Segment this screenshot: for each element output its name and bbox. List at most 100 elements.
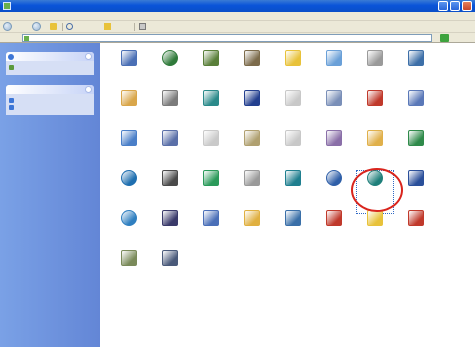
control-panel-item[interactable] xyxy=(356,50,394,94)
control-panel-item[interactable] xyxy=(110,130,148,174)
user-accounts-icon xyxy=(203,90,219,106)
programs-icon xyxy=(408,170,424,186)
control-panel-item[interactable] xyxy=(192,210,230,254)
accessibility-icon xyxy=(121,130,137,146)
display-icon xyxy=(121,50,137,66)
windows-update-icon xyxy=(9,98,14,103)
control-panel-item[interactable] xyxy=(274,130,312,174)
task-box-header[interactable] xyxy=(6,52,94,61)
control-panel-item[interactable] xyxy=(315,170,353,214)
control-panel-item[interactable] xyxy=(315,50,353,94)
control-panel-item[interactable] xyxy=(233,130,271,174)
keyboard-icon xyxy=(244,170,260,186)
menu-bar xyxy=(0,12,475,21)
search-icon[interactable] xyxy=(66,23,73,30)
phone-icon xyxy=(162,250,178,266)
chevron-up-icon[interactable] xyxy=(85,86,92,93)
back-button[interactable] xyxy=(3,22,12,31)
go-arrow-icon[interactable] xyxy=(440,34,449,42)
control-panel-item[interactable] xyxy=(274,210,312,254)
highlight-circle xyxy=(351,168,403,212)
control-panel-items xyxy=(100,43,475,347)
user-icon xyxy=(285,170,301,186)
control-panel-item[interactable] xyxy=(315,90,353,134)
power-icon xyxy=(244,210,260,226)
control-panel-item[interactable] xyxy=(397,210,435,254)
folders-icon[interactable] xyxy=(104,23,111,30)
control-panel-icon xyxy=(24,36,29,41)
control-panel-item[interactable] xyxy=(233,210,271,254)
control-panel-item[interactable] xyxy=(233,90,271,134)
internet-options-icon xyxy=(162,50,178,66)
control-panel-item[interactable] xyxy=(397,90,435,134)
control-panel-item[interactable] xyxy=(110,250,148,294)
scheduled-tasks-icon xyxy=(326,90,342,106)
control-panel-item[interactable] xyxy=(192,170,230,214)
control-panel-item[interactable] xyxy=(110,210,148,254)
mail-icon xyxy=(408,90,424,106)
disk-icon xyxy=(285,210,301,226)
wrench-icon xyxy=(203,50,219,66)
views-icon[interactable] xyxy=(139,23,146,30)
control-panel-item[interactable] xyxy=(192,130,230,174)
java-icon xyxy=(162,170,178,186)
forward-button[interactable] xyxy=(32,22,41,31)
task-link[interactable] xyxy=(9,104,91,111)
folder-options-icon xyxy=(367,210,383,226)
control-panel-item[interactable] xyxy=(397,50,435,94)
control-panel-item[interactable] xyxy=(151,170,189,214)
task-pane xyxy=(0,43,100,347)
taskbar-icon xyxy=(121,170,137,186)
control-panel-item[interactable] xyxy=(356,210,394,254)
sounds-icon xyxy=(203,130,219,146)
system-icon xyxy=(326,130,342,146)
speech-icon xyxy=(285,130,301,146)
control-panel-item[interactable] xyxy=(151,130,189,174)
control-panel-item[interactable] xyxy=(151,50,189,94)
task-link[interactable] xyxy=(9,64,91,71)
address-bar xyxy=(0,33,475,43)
windows-update-icon xyxy=(326,50,342,66)
control-panel-item[interactable] xyxy=(274,90,312,134)
task-box-header[interactable] xyxy=(6,85,94,94)
control-panel-item[interactable] xyxy=(110,90,148,134)
close-button[interactable] xyxy=(462,1,472,11)
address-input[interactable] xyxy=(22,34,432,42)
control-panel-item[interactable] xyxy=(110,170,148,214)
clock-icon xyxy=(326,170,342,186)
control-panel-item[interactable] xyxy=(151,250,189,294)
tools-icon xyxy=(162,210,178,226)
control-panel-item[interactable] xyxy=(151,210,189,254)
fonts-icon xyxy=(367,50,383,66)
game-controllers-icon xyxy=(203,210,219,226)
help-icon xyxy=(9,105,14,110)
pen-icon xyxy=(244,130,260,146)
control-panel-item[interactable] xyxy=(274,170,312,214)
scanner-icon xyxy=(121,250,137,266)
control-panel-item[interactable] xyxy=(274,50,312,94)
maximize-button[interactable] xyxy=(450,1,460,11)
mouse-icon xyxy=(408,50,424,66)
network-connections-icon xyxy=(408,130,424,146)
chevron-up-icon[interactable] xyxy=(85,53,92,60)
control-panel-item[interactable] xyxy=(315,130,353,174)
quicktime-icon xyxy=(244,90,260,106)
control-panel-item[interactable] xyxy=(356,90,394,134)
control-panel-item[interactable] xyxy=(151,90,189,134)
control-panel-item[interactable] xyxy=(233,50,271,94)
control-panel-item[interactable] xyxy=(192,90,230,134)
minimize-button[interactable] xyxy=(438,1,448,11)
control-panel-item[interactable] xyxy=(110,50,148,94)
control-panel-item[interactable] xyxy=(397,130,435,174)
network-icon xyxy=(367,90,383,106)
control-panel-item[interactable] xyxy=(192,50,230,94)
control-panel-icon xyxy=(8,54,14,60)
control-panel-icon xyxy=(3,2,11,10)
task-box-body xyxy=(6,61,94,75)
folder-up-icon[interactable] xyxy=(50,23,57,30)
task-link[interactable] xyxy=(9,97,91,104)
control-panel-item[interactable] xyxy=(233,170,271,214)
control-panel-item[interactable] xyxy=(315,210,353,254)
folder-icon xyxy=(285,50,301,66)
title-bar[interactable] xyxy=(0,0,475,12)
